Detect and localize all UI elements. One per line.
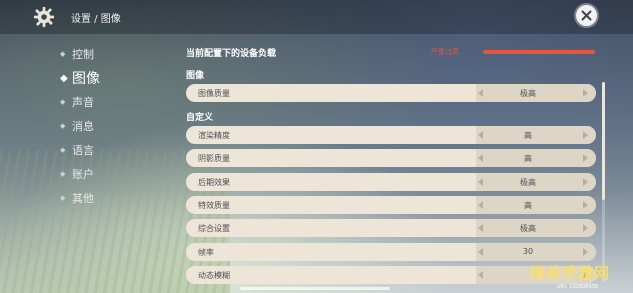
setting-label: 渲染精度 bbox=[198, 131, 230, 140]
arrow-right-icon[interactable] bbox=[583, 178, 588, 186]
uid-label: UID: 102808938 bbox=[557, 284, 598, 290]
device-load-bar bbox=[483, 50, 595, 54]
setting-value: 极高 bbox=[520, 89, 536, 98]
gear-icon bbox=[33, 6, 55, 28]
arrow-right-icon[interactable] bbox=[583, 154, 588, 162]
watermark: 绿茶手游网 bbox=[530, 264, 611, 282]
setting-row[interactable]: 综合设置 极高 bbox=[186, 219, 596, 237]
sidebar-item-graphics[interactable]: ◆ 图像 bbox=[60, 66, 170, 90]
setting-value: 高 bbox=[524, 131, 532, 140]
close-icon bbox=[581, 10, 592, 21]
sidebar-item-label: 账户 bbox=[72, 168, 94, 181]
arrow-left-icon[interactable] bbox=[478, 201, 483, 209]
sidebar-item-account[interactable]: ◆ 账户 bbox=[60, 162, 170, 186]
setting-value: 极高 bbox=[520, 178, 536, 187]
sidebar-item-audio[interactable]: ◆ 声音 bbox=[60, 90, 170, 114]
setting-label: 后期效果 bbox=[198, 178, 230, 187]
setting-row[interactable]: 帧率 30 bbox=[186, 243, 596, 261]
diamond-icon: ◆ bbox=[60, 122, 66, 130]
diamond-icon: ◆ bbox=[60, 98, 66, 106]
sidebar-item-label: 图像 bbox=[72, 71, 100, 87]
arrow-left-icon[interactable] bbox=[478, 154, 483, 162]
setting-label: 综合设置 bbox=[198, 224, 230, 233]
setting-value: 高 bbox=[524, 201, 532, 210]
device-load-title: 当前配置下的设备负载 bbox=[186, 49, 277, 59]
sidebar-item-label: 消息 bbox=[72, 120, 94, 133]
sidebar-item-language[interactable]: ◆ 语言 bbox=[60, 138, 170, 162]
arrow-left-icon[interactable] bbox=[478, 89, 483, 97]
scrollbar-thumb[interactable] bbox=[602, 82, 605, 200]
diamond-icon: ◆ bbox=[60, 146, 66, 154]
sidebar-item-label: 控制 bbox=[72, 48, 94, 61]
device-load-status: 严重过高 bbox=[431, 48, 459, 56]
diamond-icon: ◆ bbox=[60, 72, 68, 84]
section-title-custom: 自定义 bbox=[186, 113, 214, 123]
arrow-right-icon[interactable] bbox=[583, 224, 588, 232]
setting-label: 帧率 bbox=[198, 248, 214, 257]
setting-row-image-quality[interactable]: 图像质量 极高 bbox=[186, 84, 596, 102]
diamond-icon: ◆ bbox=[60, 170, 66, 178]
arrow-right-icon[interactable] bbox=[583, 248, 588, 256]
setting-label: 图像质量 bbox=[198, 89, 230, 98]
setting-row[interactable]: 特效质量 高 bbox=[186, 196, 596, 214]
arrow-left-icon[interactable] bbox=[478, 178, 483, 186]
sidebar-item-label: 其他 bbox=[72, 192, 94, 205]
arrow-left-icon[interactable] bbox=[478, 224, 483, 232]
setting-label: 阴影质量 bbox=[198, 154, 230, 163]
section-title-graphics: 图像 bbox=[186, 71, 205, 81]
arrow-left-icon[interactable] bbox=[478, 131, 483, 139]
sidebar-item-label: 声音 bbox=[72, 96, 94, 109]
arrow-right-icon[interactable] bbox=[583, 201, 588, 209]
setting-label: 特效质量 bbox=[198, 201, 230, 210]
diamond-icon: ◆ bbox=[60, 194, 66, 202]
close-button[interactable] bbox=[576, 5, 597, 26]
setting-label: 动态模糊 bbox=[198, 271, 230, 280]
setting-row[interactable]: 渲染精度 高 bbox=[186, 126, 596, 144]
sidebar-item-other[interactable]: ◆ 其他 bbox=[60, 186, 170, 210]
setting-row[interactable]: 后期效果 极高 bbox=[186, 173, 596, 191]
scrollbar[interactable] bbox=[602, 82, 605, 282]
sidebar-item-label: 语言 bbox=[72, 144, 94, 157]
setting-value: 30 bbox=[522, 247, 534, 256]
sidebar-item-controls[interactable]: ◆ 控制 bbox=[60, 42, 170, 66]
setting-value: 极高 bbox=[520, 224, 536, 233]
diamond-icon: ◆ bbox=[60, 50, 66, 58]
arrow-right-icon[interactable] bbox=[583, 131, 588, 139]
home-indicator bbox=[240, 287, 390, 290]
sidebar-item-messages[interactable]: ◆ 消息 bbox=[60, 114, 170, 138]
sidebar: ◆ 控制 ◆ 图像 ◆ 声音 ◆ 消息 ◆ 语言 ◆ 账户 ◆ 其他 bbox=[60, 42, 170, 210]
setting-row[interactable]: 阴影质量 高 bbox=[186, 149, 596, 167]
arrow-left-icon[interactable] bbox=[478, 271, 483, 279]
arrow-left-icon[interactable] bbox=[478, 248, 483, 256]
setting-value: 高 bbox=[524, 154, 532, 163]
arrow-right-icon[interactable] bbox=[583, 89, 588, 97]
breadcrumb: 设置 / 图像 bbox=[71, 14, 121, 25]
